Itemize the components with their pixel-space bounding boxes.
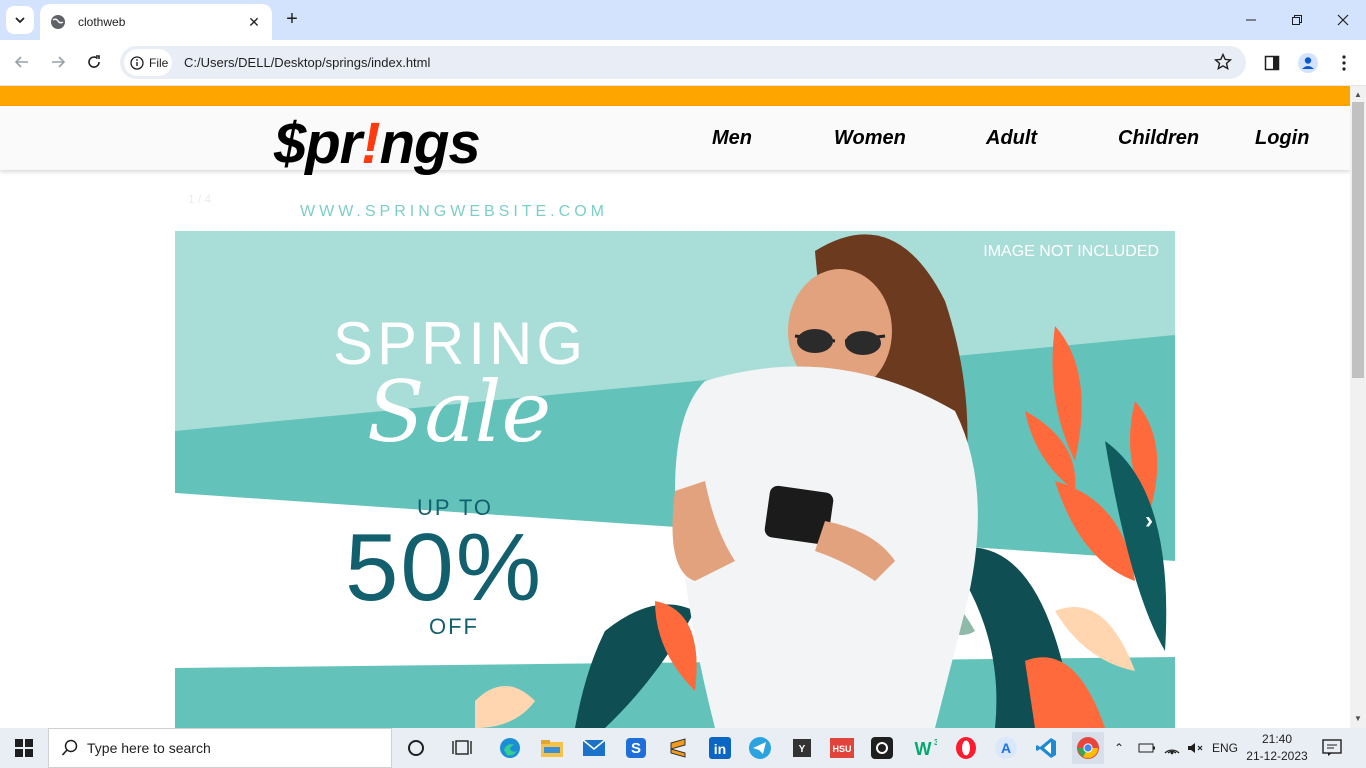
url-text[interactable]: C:/Users/DELL/Desktop/springs/index.html [184,55,430,70]
nav-women[interactable]: Women [834,127,906,150]
promo-off: OFF [429,614,479,639]
logo-bang: ! [361,111,380,176]
site-logo[interactable]: $pr!ngs [274,110,481,177]
taskbar-clock[interactable]: 21:40 21-12-2023 [1246,731,1308,765]
app-s-icon[interactable]: S [620,732,652,764]
sublime-icon[interactable] [662,732,694,764]
top-accent-bar [0,86,1350,106]
tray-chevron-up-icon[interactable]: ⌃ [1114,728,1124,768]
task-view-icon[interactable] [446,732,478,764]
browser-tab-bar: clothweb ✕ + [0,0,1366,40]
banner-background [175,234,1175,728]
forward-button[interactable] [44,48,72,76]
windows-logo-icon [15,739,33,757]
promo-script-word: Sale [367,363,552,461]
language-indicator[interactable]: ENG [1212,728,1238,768]
page-scrollbar[interactable]: ▲ ▼ [1350,86,1366,728]
svg-text:3: 3 [934,738,937,747]
scroll-up-arrow-icon[interactable]: ▲ [1354,90,1362,99]
globe-icon [51,15,65,29]
promo-percent: 50% [345,514,544,621]
svg-text:in: in [714,741,726,757]
nav-children[interactable]: Children [1118,127,1199,150]
reload-button[interactable] [80,48,108,76]
image-not-included-note: IMAGE NOT INCLUDED [983,243,1159,260]
profile-avatar-icon[interactable] [1296,51,1320,75]
site-navbar: $pr!ngs Men Women Adult Children Login [0,106,1350,176]
website-label: WWW.SPRINGWEBSITE.COM [300,203,608,220]
taskbar-search[interactable]: Type here to search [48,728,392,768]
scroll-down-arrow-icon[interactable]: ▼ [1354,714,1362,723]
mail-icon[interactable] [578,732,610,764]
restore-icon [1292,15,1302,25]
start-button[interactable] [0,728,48,768]
svg-text:W: W [915,739,932,759]
arrow-left-icon [14,56,28,68]
linkedin-icon[interactable]: in [704,732,736,764]
address-bar[interactable]: File C:/Users/DELL/Desktop/springs/index… [120,46,1246,79]
side-panel-icon[interactable] [1260,51,1284,75]
app-hsu-icon[interactable]: HSU [826,732,858,764]
taskbar-search-placeholder: Type here to search [87,740,211,756]
opera-icon[interactable] [950,732,982,764]
site-info-label: File [149,55,169,70]
tab-search-button[interactable] [6,6,34,34]
svg-text:HSU: HSU [832,744,851,754]
clock-date: 21-12-2023 [1246,749,1308,763]
chrome-icon[interactable] [1072,732,1104,764]
svg-text:Y: Y [799,744,806,755]
minimize-icon [1246,19,1256,21]
site-info-chip[interactable]: File [124,49,172,76]
battery-icon[interactable] [1138,728,1156,768]
arrow-right-icon [52,56,66,68]
browser-toolbar: File C:/Users/DELL/Desktop/springs/index… [0,40,1366,86]
minimize-button[interactable] [1228,0,1274,40]
slide-counter: 1 / 4 [188,192,212,206]
reload-icon [88,55,100,68]
vscode-icon[interactable] [1030,732,1062,764]
browser-tab[interactable]: clothweb ✕ [40,4,272,40]
file-explorer-icon[interactable] [536,732,568,764]
cortana-icon[interactable] [400,732,432,764]
logo-text-suffix: ngs [379,111,481,176]
nav-men[interactable]: Men [712,127,752,150]
clock-time: 21:40 [1261,732,1293,746]
info-icon [130,55,144,70]
w3schools-icon[interactable]: W3 [908,732,940,764]
svg-text:A: A [1001,740,1011,756]
page-viewport: $pr!ngs Men Women Adult Children Login 1… [0,86,1350,728]
slide-banner: IMAGE NOT INCLUDED SPRING Sale UP TO 50%… [175,231,1175,728]
logo-text-prefix: $pr [274,111,362,176]
github-icon[interactable] [866,732,898,764]
tab-close-icon[interactable]: ✕ [246,14,262,31]
wifi-icon[interactable] [1163,728,1181,768]
search-icon [61,739,78,756]
back-button[interactable] [8,48,36,76]
svg-text:S: S [631,740,641,757]
chevron-down-icon [15,17,25,24]
app-y-icon[interactable]: Y [786,732,818,764]
close-icon [1337,14,1349,26]
nav-adult[interactable]: Adult [986,127,1037,150]
scroll-thumb[interactable] [1352,102,1364,378]
windows-taskbar: Type here to search S in Y HSU W3 A ⌃ EN… [0,728,1366,768]
telegram-icon[interactable] [744,732,776,764]
menu-kebab-icon[interactable] [1332,51,1356,75]
edge-icon[interactable] [494,732,526,764]
restore-button[interactable] [1274,0,1320,40]
nav-login[interactable]: Login [1255,127,1309,150]
close-window-button[interactable] [1320,0,1366,40]
slider-next-arrow[interactable]: › [1145,507,1153,535]
tab-title: clothweb [78,15,126,29]
new-tab-button[interactable]: + [282,9,302,31]
volume-muted-icon[interactable] [1186,728,1204,768]
notifications-icon[interactable] [1322,728,1342,768]
bookmark-star-icon[interactable] [1213,52,1233,76]
app-a-icon[interactable]: A [990,732,1022,764]
